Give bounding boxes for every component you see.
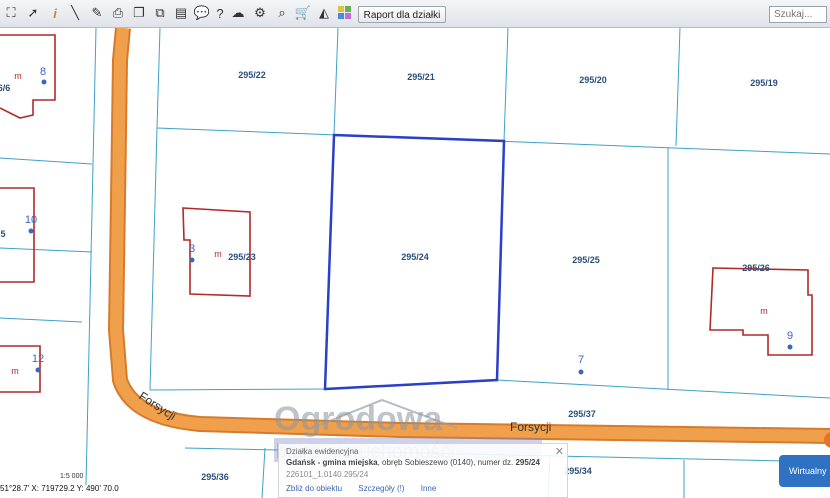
coordinate-readout: 51°28.7' X: 719729.2 Y: 490' 70.0 <box>0 484 119 493</box>
toggle-panel-icon[interactable]: ▤ <box>173 5 189 21</box>
building-marker: m <box>11 366 19 376</box>
copy-icon[interactable]: ❐ <box>131 5 147 21</box>
popup-location: Gdańsk - gmina miejska, obręb Sobieszewo… <box>286 458 540 467</box>
street-label: Forsycji <box>510 420 551 434</box>
address-dot <box>41 79 47 85</box>
map-toolbar: ⛶ ➚ i ╲ ✎ ⎙ ❐ ⧉ ▤ 💬 ☁ ⚙ ? ⌕ 🛒 ◭ Raport d… <box>0 0 830 28</box>
parcel-label: 295/26 <box>742 263 770 273</box>
house-number: 10 <box>25 214 37 226</box>
popup-actions: Zbliż do obiektu Szczegóły (!) Inne <box>286 484 450 493</box>
parcel-label: 295/34 <box>564 466 592 476</box>
address-points: 8 10 12 3 9 7 <box>25 66 793 375</box>
parcel-label-partial: 5 <box>0 229 5 239</box>
zoom-icon[interactable]: ⌕ <box>274 5 290 21</box>
parcel-label: 295/24 <box>401 252 429 262</box>
map-svg[interactable]: 295/22 295/21 295/20 295/19 295/23 295/2… <box>0 28 830 498</box>
road-forsycji <box>108 28 830 444</box>
house-number: 9 <box>787 330 793 342</box>
search-input[interactable] <box>769 6 827 23</box>
cloud-upload-icon[interactable]: ☁ <box>230 5 246 21</box>
parcel-label: 295/20 <box>579 75 607 85</box>
popup-location-bold: Gdańsk - gmina miejska <box>286 458 378 467</box>
address-dot <box>189 257 195 263</box>
scale-hint: 1:5 000 <box>60 473 84 480</box>
palette-icon[interactable] <box>337 5 353 21</box>
parcel-label: 295/19 <box>750 78 778 88</box>
comment-icon[interactable]: 💬 <box>194 5 210 21</box>
report-button[interactable]: Raport dla działki <box>358 6 446 23</box>
address-dot <box>28 228 34 234</box>
zoom-to-object-link[interactable]: Zbliż do obiektu <box>286 484 342 493</box>
popup-id: 226101_1.0140.295/24 <box>286 470 369 479</box>
select-area-icon[interactable]: ⛶ <box>3 5 19 21</box>
measure-area-icon[interactable]: ✎ <box>89 5 105 21</box>
measure-line-icon[interactable]: ╲ <box>67 5 83 21</box>
close-icon[interactable]: ✕ <box>555 445 564 458</box>
print-icon[interactable]: ⎙ <box>110 5 126 21</box>
building-marker: m <box>14 71 22 81</box>
settings-icon[interactable]: ⚙ <box>252 5 268 21</box>
parcel-label: 295/22 <box>238 70 266 80</box>
address-dot <box>787 344 793 350</box>
address-dot <box>578 369 584 375</box>
selected-parcel-295-24[interactable] <box>323 133 506 391</box>
parcel-label: 295/36 <box>201 472 229 482</box>
building-marker: m <box>214 249 222 259</box>
popup-parcel: 295/24 <box>515 458 540 467</box>
other-link[interactable]: Inne <box>421 484 437 493</box>
virtual-panel-button[interactable]: Wirtualny <box>779 455 830 487</box>
house-number: 3 <box>189 243 195 255</box>
parcel-label: 295/37 <box>568 409 596 419</box>
details-link[interactable]: Szczegóły (!) <box>358 484 404 493</box>
building-marker: m <box>760 306 768 316</box>
cart-icon[interactable]: 🛒 <box>295 5 311 21</box>
shape-icon[interactable]: ◭ <box>316 5 332 21</box>
popup-location-mid: , obręb Sobieszewo (0140), numer dz. <box>377 458 514 467</box>
parcel-info-popup: ✕ Działka ewidencyjna Gdańsk - gmina mie… <box>278 443 568 498</box>
house-number: 8 <box>40 66 46 78</box>
parcel-label-partial: 6/6 <box>0 83 10 93</box>
help-icon[interactable]: ? <box>212 5 228 21</box>
pointer-icon[interactable]: ➚ <box>25 5 41 21</box>
popup-title: Działka ewidencyjna <box>286 447 359 456</box>
layers-icon[interactable]: ⧉ <box>152 5 168 21</box>
parcel-label: 295/25 <box>572 255 600 265</box>
map-canvas[interactable]: 295/22 295/21 295/20 295/19 295/23 295/2… <box>0 28 830 498</box>
house-number: 12 <box>32 353 44 365</box>
parcel-label: 295/21 <box>407 72 435 82</box>
building-left-top <box>0 34 56 119</box>
house-number: 7 <box>578 354 584 366</box>
address-dot <box>35 367 41 373</box>
info-icon[interactable]: i <box>47 5 63 21</box>
parcel-label: 295/23 <box>228 252 256 262</box>
